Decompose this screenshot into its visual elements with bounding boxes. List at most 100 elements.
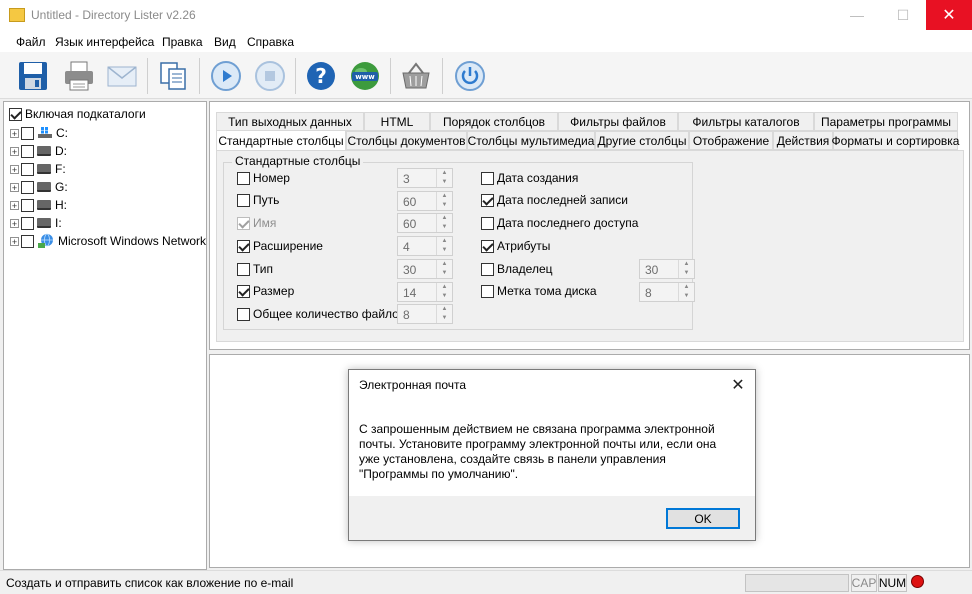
menu-file[interactable]: Файл [16, 35, 46, 49]
option-checkbox[interactable] [481, 239, 494, 253]
include-subfolders-row[interactable]: Включая подкаталоги [9, 105, 146, 123]
option-checkbox[interactable] [237, 284, 250, 298]
spin-up-icon[interactable]: ▲ [679, 283, 694, 292]
owner-width-spinner[interactable]: 30 ▲ ▼ [639, 259, 695, 279]
option-checkbox[interactable] [237, 262, 250, 276]
option-checkbox[interactable] [481, 171, 494, 185]
tree-item-f[interactable]: + F: [4, 160, 66, 178]
option-type[interactable]: Тип [237, 262, 273, 276]
tab-multimedia-columns[interactable]: Столбцы мультимедиа [467, 131, 595, 150]
tree-item-checkbox[interactable] [21, 216, 34, 230]
option-created-date[interactable]: Дата создания [481, 171, 578, 185]
tab-program-settings[interactable]: Параметры программы [814, 112, 958, 131]
basket-button[interactable] [397, 57, 435, 95]
type-width-spinner[interactable]: 30 ▲ ▼ [397, 259, 453, 279]
dialog-close-icon[interactable]: ✕ [727, 374, 749, 396]
expand-icon[interactable]: + [10, 146, 19, 156]
path-width-spinner[interactable]: 60 ▲ ▼ [397, 191, 453, 211]
spin-down-icon[interactable]: ▼ [437, 178, 452, 187]
option-size[interactable]: Размер [237, 284, 294, 298]
option-owner[interactable]: Владелец [481, 262, 553, 276]
folder-tree[interactable]: Включая подкаталоги + C: + D: + F: + G: … [3, 101, 207, 570]
file-count-width-spinner[interactable]: 8 ▲ ▼ [397, 304, 453, 324]
spin-down-icon[interactable]: ▼ [437, 269, 452, 278]
extension-width-spinner[interactable]: 4 ▲ ▼ [397, 236, 453, 256]
spin-down-icon[interactable]: ▼ [437, 314, 452, 323]
size-width-spinner[interactable]: 14 ▲ ▼ [397, 282, 453, 302]
option-number[interactable]: Номер [237, 171, 290, 185]
tree-item-checkbox[interactable] [21, 234, 34, 248]
option-modified-date[interactable]: Дата последней записи [481, 193, 628, 207]
tab-folder-filters[interactable]: Фильтры каталогов [678, 112, 814, 131]
save-button[interactable] [14, 57, 52, 95]
tree-item-network[interactable]: + Microsoft Windows Network [4, 232, 206, 250]
option-path[interactable]: Путь [237, 193, 279, 207]
option-volume-label[interactable]: Метка тома диска [481, 284, 597, 298]
menu-help[interactable]: Справка [247, 35, 294, 49]
tab-html[interactable]: HTML [364, 112, 430, 131]
tab-display[interactable]: Отображение [689, 131, 773, 150]
spin-down-icon[interactable]: ▼ [437, 246, 452, 255]
tab-file-filters[interactable]: Фильтры файлов [558, 112, 678, 131]
option-checkbox[interactable] [237, 193, 250, 207]
menu-view[interactable]: Вид [214, 35, 236, 49]
close-button[interactable]: ✕ [926, 0, 972, 30]
tab-actions[interactable]: Действия [773, 131, 833, 150]
spin-up-icon[interactable]: ▲ [437, 260, 452, 269]
tab-output-type[interactable]: Тип выходных данных [216, 112, 364, 131]
tab-formats-sorting[interactable]: Форматы и сортировка [832, 131, 959, 150]
option-checkbox[interactable] [237, 239, 250, 253]
tree-item-i[interactable]: + I: [4, 214, 62, 232]
tree-item-d[interactable]: + D: [4, 142, 67, 160]
option-checkbox[interactable] [237, 307, 250, 321]
spin-down-icon[interactable]: ▼ [437, 292, 452, 301]
maximize-button[interactable]: ☐ [880, 0, 926, 30]
expand-icon[interactable]: + [10, 128, 19, 138]
spin-up-icon[interactable]: ▲ [437, 169, 452, 178]
tree-item-c[interactable]: + C: [4, 124, 68, 142]
option-checkbox[interactable] [481, 216, 494, 230]
help-button[interactable]: ? [302, 57, 340, 95]
spin-down-icon[interactable]: ▼ [679, 269, 694, 278]
option-attributes[interactable]: Атрибуты [481, 239, 550, 253]
copy-button[interactable] [154, 57, 192, 95]
spin-down-icon[interactable]: ▼ [679, 292, 694, 301]
expand-icon[interactable]: + [10, 164, 19, 174]
exit-button[interactable] [451, 57, 489, 95]
include-subfolders-checkbox[interactable] [9, 107, 22, 121]
tree-item-checkbox[interactable] [21, 162, 34, 176]
spin-down-icon[interactable]: ▼ [437, 201, 452, 210]
ok-button[interactable]: OK [666, 508, 740, 529]
option-file-count[interactable]: Общее количество файлов [237, 307, 405, 321]
option-checkbox[interactable] [481, 193, 494, 207]
menu-language[interactable]: Язык интерфейса [55, 35, 154, 49]
name-width-spinner[interactable]: 60 ▲ ▼ [397, 213, 453, 233]
option-checkbox[interactable] [481, 262, 494, 276]
tab-document-columns[interactable]: Столбцы документов [346, 131, 467, 150]
tree-item-checkbox[interactable] [21, 126, 34, 140]
stop-button[interactable] [251, 57, 289, 95]
play-button[interactable] [207, 57, 245, 95]
expand-icon[interactable]: + [10, 200, 19, 210]
spin-down-icon[interactable]: ▼ [437, 223, 452, 232]
website-button[interactable]: www [346, 57, 384, 95]
tree-item-checkbox[interactable] [21, 144, 34, 158]
tree-item-checkbox[interactable] [21, 180, 34, 194]
spin-up-icon[interactable]: ▲ [437, 237, 452, 246]
expand-icon[interactable]: + [10, 236, 19, 246]
number-width-spinner[interactable]: 3 ▲ ▼ [397, 168, 453, 188]
tab-column-order[interactable]: Порядок столбцов [430, 112, 558, 131]
minimize-button[interactable]: — [834, 0, 880, 30]
option-checkbox[interactable] [237, 171, 250, 185]
tree-item-g[interactable]: + G: [4, 178, 68, 196]
menu-edit[interactable]: Правка [162, 35, 203, 49]
expand-icon[interactable]: + [10, 182, 19, 192]
email-button[interactable] [103, 57, 141, 95]
print-button[interactable] [60, 57, 98, 95]
tab-standard-columns[interactable]: Стандартные столбцы [216, 130, 346, 151]
expand-icon[interactable]: + [10, 218, 19, 228]
spin-up-icon[interactable]: ▲ [679, 260, 694, 269]
tree-item-h[interactable]: + H: [4, 196, 67, 214]
option-checkbox[interactable] [481, 284, 494, 298]
option-extension[interactable]: Расширение [237, 239, 323, 253]
